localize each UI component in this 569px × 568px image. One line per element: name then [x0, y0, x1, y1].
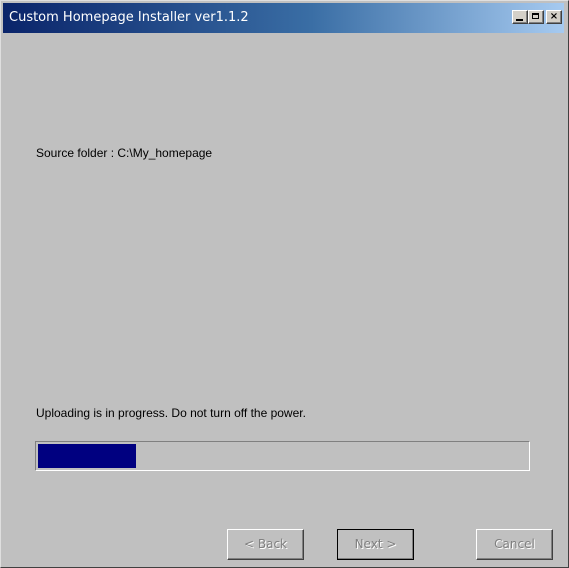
minimize-button[interactable]: [512, 10, 528, 24]
window-title: Custom Homepage Installer ver1.1.2: [9, 10, 249, 25]
maximize-icon: [532, 13, 539, 19]
upload-progress-bar: [35, 441, 530, 471]
source-folder-label: Source folder : C:\My_homepage: [36, 146, 213, 160]
back-button[interactable]: < Back: [227, 529, 304, 560]
progress-fill: [38, 444, 136, 468]
maximize-button[interactable]: [528, 10, 544, 24]
cancel-button[interactable]: Cancel: [476, 529, 553, 560]
upload-status-text: Uploading is in progress. Do not turn of…: [36, 406, 306, 420]
close-icon: ×: [549, 11, 559, 22]
title-bar[interactable]: Custom Homepage Installer ver1.1.2 ×: [3, 3, 564, 33]
close-button[interactable]: ×: [546, 10, 562, 24]
minimize-icon: [516, 19, 523, 21]
installer-window: Custom Homepage Installer ver1.1.2 × Sou…: [0, 0, 569, 568]
next-button[interactable]: Next >: [337, 529, 414, 560]
